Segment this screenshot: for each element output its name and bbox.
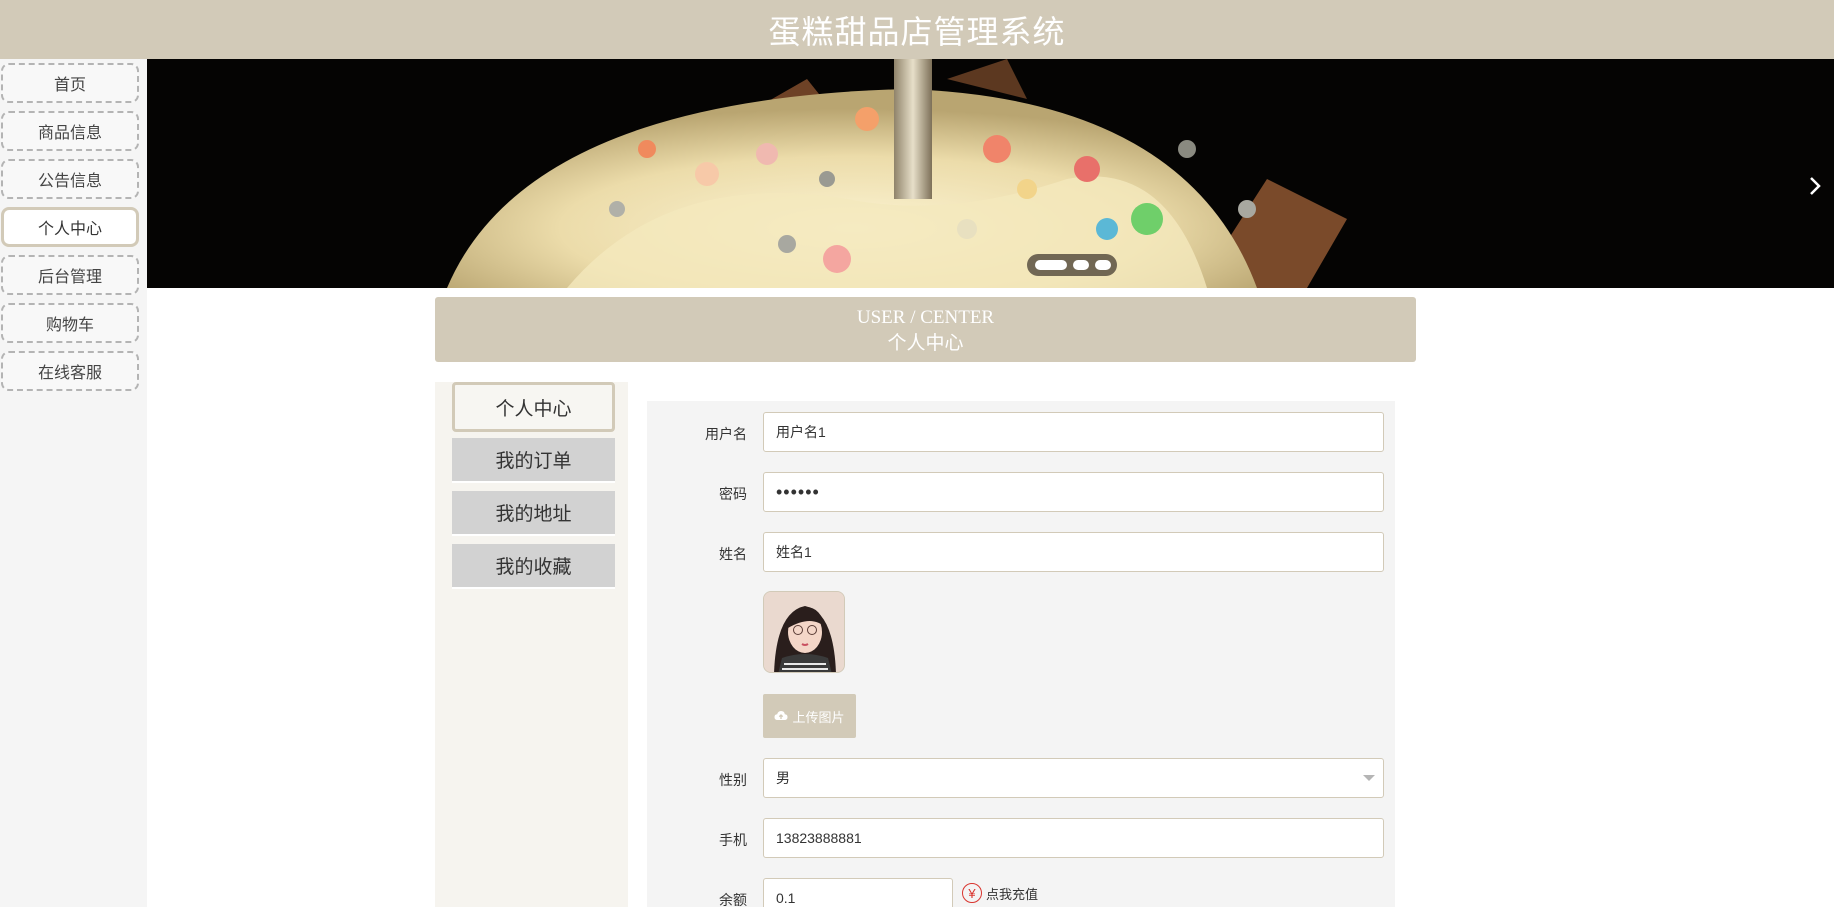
phone-label: 手机: [719, 832, 747, 848]
banner-carousel: [147, 59, 1834, 288]
name-field[interactable]: 姓名1: [763, 532, 1384, 572]
profile-form: 用户名 用户名1 密码 •••••• 姓名 姓名1 上传图片 性别 男 手机 1…: [647, 401, 1395, 907]
chevron-down-icon: [1363, 775, 1375, 781]
balance-field[interactable]: 0.1: [763, 878, 953, 907]
gender-value: 男: [776, 770, 790, 786]
gender-select[interactable]: 男: [763, 758, 1384, 798]
name-label: 姓名: [719, 546, 747, 562]
nav-label: 商品信息: [37, 125, 102, 142]
nav-label: 在线客服: [37, 365, 102, 382]
menu-my-favorites[interactable]: 我的收藏: [452, 544, 615, 589]
phone-field[interactable]: 13823888881: [763, 818, 1384, 858]
avatar: [763, 591, 845, 673]
nav-cart[interactable]: 购物车: [1, 303, 139, 343]
chevron-right-icon[interactable]: [1802, 171, 1828, 201]
section-title-cn: 个人中心: [887, 332, 964, 354]
cake-banner-image: [147, 59, 1834, 288]
nav-label: 购物车: [45, 317, 94, 334]
username-field[interactable]: 用户名1: [763, 412, 1384, 452]
carousel-dot-1[interactable]: [1035, 260, 1067, 270]
menu-label: 我的订单: [495, 451, 572, 472]
nav-label: 公告信息: [37, 173, 102, 190]
menu-label: 我的收藏: [495, 557, 572, 578]
carousel-dot-3[interactable]: [1095, 260, 1111, 270]
gender-label: 性别: [719, 772, 747, 788]
menu-my-orders[interactable]: 我的订单: [452, 438, 615, 483]
cloud-upload-icon: [774, 711, 788, 720]
carousel-dot-2[interactable]: [1073, 260, 1089, 270]
nav-user-center[interactable]: 个人中心: [1, 207, 139, 247]
recharge-label: 点我充值: [986, 886, 1039, 902]
password-field[interactable]: ••••••: [763, 472, 1384, 512]
password-value: ••••••: [776, 481, 820, 502]
user-center-menu: 个人中心 我的订单 我的地址 我的收藏: [435, 382, 628, 907]
nav-label: 首页: [53, 77, 86, 94]
menu-label: 个人中心: [495, 398, 572, 420]
balance-value: 0.1: [776, 890, 796, 906]
nav-label: 个人中心: [37, 221, 102, 238]
sidebar-nav: 首页 商品信息 公告信息 个人中心 后台管理 购物车 在线客服: [0, 59, 147, 907]
menu-label: 我的地址: [495, 504, 572, 525]
balance-label: 余额: [719, 892, 747, 907]
menu-user-center[interactable]: 个人中心: [452, 382, 615, 432]
top-header: 蛋糕甜品店管理系统: [0, 0, 1834, 59]
nav-home[interactable]: 首页: [1, 63, 139, 103]
name-value: 姓名1: [776, 544, 812, 560]
phone-value: 13823888881: [776, 830, 862, 846]
nav-announcements[interactable]: 公告信息: [1, 159, 139, 199]
section-title-en: USER / CENTER: [856, 307, 995, 328]
nav-admin[interactable]: 后台管理: [1, 255, 139, 295]
recharge-link[interactable]: ¥ 点我充值: [962, 883, 1038, 903]
upload-label: 上传图片: [792, 709, 845, 725]
nav-label: 后台管理: [37, 269, 102, 286]
carousel-indicators: [1027, 254, 1117, 276]
yen-icon: ¥: [962, 883, 982, 903]
username-value: 用户名1: [776, 424, 826, 440]
menu-my-address[interactable]: 我的地址: [452, 491, 615, 536]
site-title: 蛋糕甜品店管理系统: [768, 13, 1066, 50]
section-title-box: USER / CENTER 个人中心: [435, 297, 1416, 362]
upload-image-button[interactable]: 上传图片: [763, 694, 856, 738]
password-label: 密码: [719, 486, 747, 502]
nav-products[interactable]: 商品信息: [1, 111, 139, 151]
username-label: 用户名: [705, 426, 747, 442]
nav-customer-service[interactable]: 在线客服: [1, 351, 139, 391]
